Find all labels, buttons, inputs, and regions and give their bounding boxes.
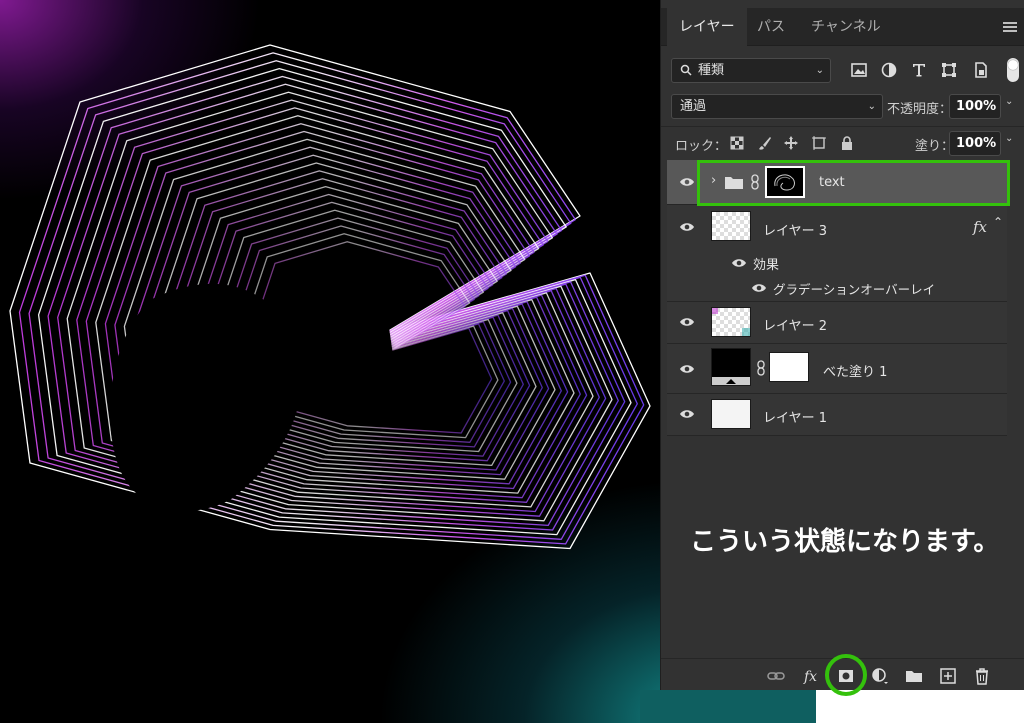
layer-thumbnail[interactable]: [711, 307, 751, 337]
search-icon: [680, 64, 692, 76]
effects-label: 効果: [753, 258, 780, 273]
new-layer-icon[interactable]: [939, 667, 957, 685]
adjustment-filter-icon[interactable]: [879, 60, 899, 80]
lock-artboard-icon[interactable]: [811, 135, 827, 151]
layer-effects-fx-badge[interactable]: fx: [973, 218, 987, 236]
chevron-down-icon: ⌄: [867, 101, 876, 112]
document-canvas[interactable]: [0, 0, 660, 723]
screenshot: レイヤー パス チャンネル 種類 ⌄ 通過 ⌄ 不透明度： 100% ⌄ ロック…: [0, 0, 1024, 723]
layer-name: べた塗り 1: [823, 365, 888, 380]
blend-mode-value: 通過: [680, 99, 707, 114]
lock-image-pixels-icon[interactable]: [757, 135, 773, 151]
panel-menu-icon[interactable]: [1003, 22, 1017, 34]
panel-tab-bar: レイヤー パス チャンネル: [661, 8, 1024, 46]
highlight-box-text-layer: [697, 160, 1010, 206]
layer-name: レイヤー 1: [763, 411, 828, 426]
effect-name: グラデーションオーバーレイ: [773, 282, 936, 297]
new-adjustment-icon[interactable]: [871, 667, 889, 685]
layer-row-layer-2[interactable]: レイヤー 2: [667, 302, 1007, 344]
text-filter-icon[interactable]: [909, 60, 929, 80]
opacity-input[interactable]: 100%: [949, 94, 1001, 119]
tab-paths[interactable]: パス: [745, 8, 797, 46]
effect-item-gradient-overlay[interactable]: グラデーションオーバーレイ: [667, 275, 1007, 302]
layers-panel: レイヤー パス チャンネル 種類 ⌄ 通過 ⌄ 不透明度： 100% ⌄ ロック…: [660, 0, 1024, 690]
lock-transparency-icon[interactable]: [729, 135, 745, 151]
visibility-eye-icon[interactable]: [679, 177, 695, 187]
fx-icon[interactable]: fx: [803, 667, 821, 685]
shape-filter-icon[interactable]: [939, 60, 959, 80]
line-art-artwork: [9, 44, 651, 550]
layer-row-layer-3[interactable]: レイヤー 3 fx ⌃: [667, 205, 1007, 251]
lock-all-icon[interactable]: [839, 135, 855, 151]
opacity-label: 不透明度：: [887, 102, 953, 117]
layer-thumbnail[interactable]: [711, 399, 751, 429]
layer-row-layer-1[interactable]: レイヤー 1: [667, 394, 1007, 436]
visibility-eye-icon[interactable]: [679, 317, 695, 327]
new-group-icon[interactable]: [905, 667, 923, 685]
link-layers-icon[interactable]: [767, 667, 785, 685]
filter-toggle-switch[interactable]: [1007, 58, 1019, 82]
lock-position-icon[interactable]: [783, 135, 799, 151]
layer-thumbnail[interactable]: [711, 211, 751, 241]
layer-name: レイヤー 3: [763, 224, 828, 239]
fill-input[interactable]: 100%: [949, 131, 1001, 156]
visibility-eye-icon[interactable]: [679, 364, 695, 374]
smart-object-filter-icon[interactable]: [971, 60, 991, 80]
lock-label: ロック：: [675, 139, 728, 154]
filter-kind-select[interactable]: 種類 ⌄: [671, 58, 831, 83]
effects-row[interactable]: 効果: [667, 251, 1007, 275]
highlight-circle-add-mask: [825, 654, 867, 696]
chevron-down-icon: ⌄: [815, 65, 824, 76]
annotation-caption: こういう状態になります。: [690, 527, 1000, 557]
layer-name: レイヤー 2: [763, 319, 828, 334]
visibility-eye-icon[interactable]: [751, 283, 767, 293]
trash-icon[interactable]: [973, 667, 991, 685]
collapse-effects-icon[interactable]: ⌃: [993, 215, 1003, 229]
fill-color-thumbnail[interactable]: [711, 348, 751, 386]
opacity-dropdown-icon[interactable]: ⌄: [1005, 96, 1013, 107]
filter-kind-label: 種類: [698, 63, 725, 78]
tab-layers[interactable]: レイヤー: [667, 8, 747, 46]
visibility-eye-icon[interactable]: [679, 222, 695, 232]
fill-dropdown-icon[interactable]: ⌄: [1005, 133, 1013, 144]
layer-row-solid-fill[interactable]: べた塗り 1: [667, 344, 1007, 394]
visibility-eye-icon[interactable]: [679, 409, 695, 419]
artwork-center-void: [110, 283, 302, 512]
canvas-bottom-edge: [640, 690, 816, 723]
mask-link-icon[interactable]: [757, 360, 765, 376]
blend-mode-select[interactable]: 通過 ⌄: [671, 94, 883, 119]
layer-mask-thumbnail[interactable]: [769, 352, 809, 382]
svg-text:fx: fx: [803, 669, 817, 685]
tab-channels[interactable]: チャンネル: [799, 8, 893, 46]
visibility-eye-icon[interactable]: [731, 258, 747, 268]
image-filter-icon[interactable]: [849, 60, 869, 80]
